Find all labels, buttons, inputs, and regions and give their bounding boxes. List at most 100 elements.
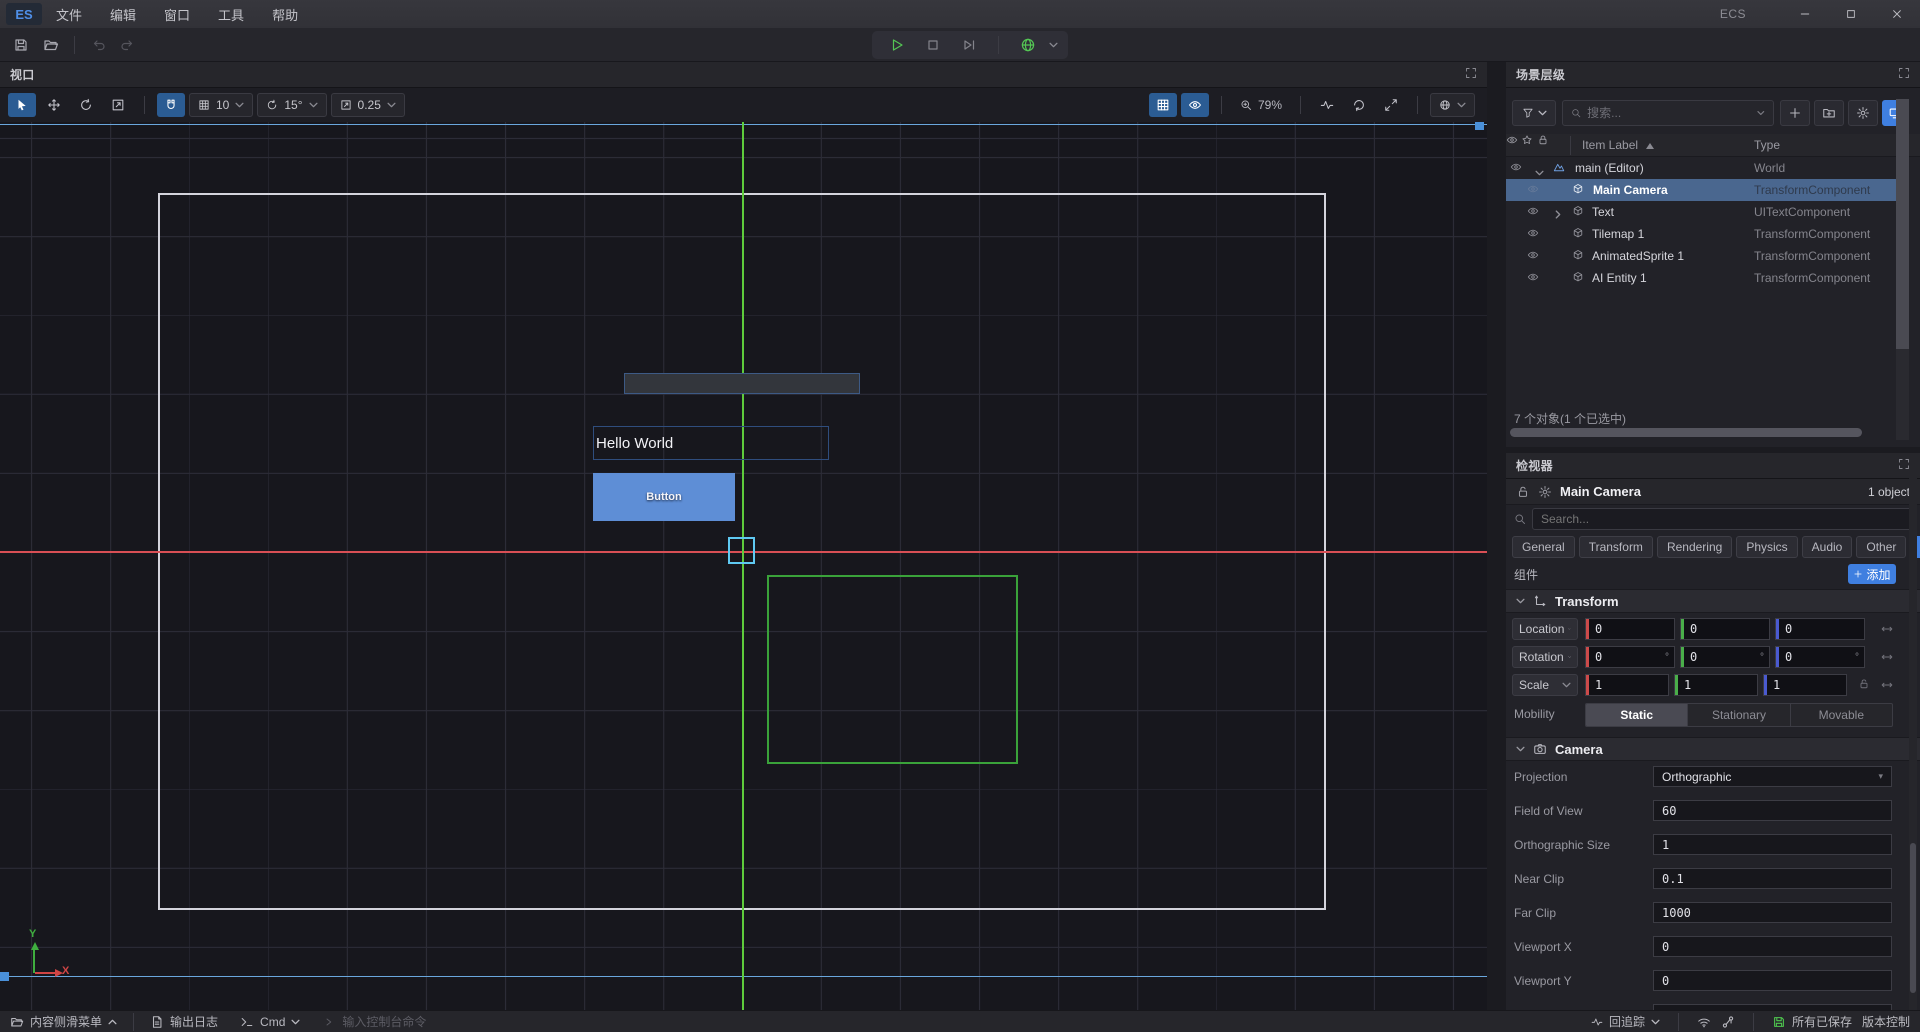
filter-dropdown[interactable]: [1512, 100, 1556, 126]
selection-handle-bottom-left[interactable]: [0, 972, 9, 981]
rotation-dropdown[interactable]: Rotation: [1512, 646, 1578, 668]
far-clip-input[interactable]: 1000: [1653, 902, 1892, 923]
select-tool[interactable]: [8, 93, 36, 117]
menu-file[interactable]: 文件: [42, 0, 96, 28]
scene-canvas[interactable]: Hello World Button Y X: [0, 122, 1487, 1010]
hierarchy-row-tilemap[interactable]: Tilemap 1 TransformComponent: [1506, 223, 1904, 245]
visibility-column-icon[interactable]: [1506, 135, 1518, 149]
viewport-expand-icon[interactable]: [1465, 67, 1477, 82]
eye-icon[interactable]: [1527, 271, 1539, 286]
hierarchy-hscrollbar[interactable]: [1510, 428, 1862, 437]
eye-icon[interactable]: [1527, 205, 1539, 220]
column-item-label[interactable]: Item Label: [1582, 138, 1638, 152]
rotation-snap-dropdown[interactable]: 15°: [257, 93, 326, 117]
cmd-dropdown[interactable]: Cmd: [240, 1015, 300, 1029]
app-logo[interactable]: ES: [6, 3, 42, 25]
link-axes-icon[interactable]: [1880, 678, 1894, 692]
hierarchy-search[interactable]: [1562, 100, 1774, 126]
mobility-static[interactable]: Static: [1586, 704, 1688, 726]
viewport-x-input[interactable]: 0: [1653, 936, 1892, 957]
world-run-dropdown[interactable]: [1013, 33, 1043, 57]
node-connection-icon[interactable]: [1721, 1015, 1735, 1029]
location-y-input[interactable]: 0: [1680, 618, 1770, 640]
mobility-stationary[interactable]: Stationary: [1688, 704, 1790, 726]
view-mode-dropdown[interactable]: [1430, 93, 1475, 117]
hierarchy-row-text[interactable]: Text UITextComponent: [1506, 201, 1904, 223]
open-button[interactable]: [36, 32, 66, 58]
link-axes-icon[interactable]: [1880, 622, 1894, 636]
panel-divider[interactable]: [1487, 62, 1506, 1010]
add-entity-button[interactable]: [1780, 100, 1810, 126]
grid-visibility-toggle[interactable]: [1149, 93, 1177, 117]
uniform-scale-lock-icon[interactable]: [1858, 678, 1870, 693]
location-x-input[interactable]: 0: [1585, 618, 1675, 640]
menu-edit[interactable]: 编辑: [96, 0, 150, 28]
camera-section-header[interactable]: Camera: [1506, 737, 1920, 761]
move-tool[interactable]: [40, 93, 68, 117]
tab-physics[interactable]: Physics: [1736, 536, 1797, 558]
add-component-button[interactable]: 添加: [1848, 564, 1896, 584]
object-settings-icon[interactable]: [1538, 485, 1552, 499]
hierarchy-settings-button[interactable]: [1848, 100, 1878, 126]
save-status[interactable]: 所有已保存: [1772, 1013, 1852, 1030]
eye-icon[interactable]: [1510, 161, 1522, 176]
grid-snap-dropdown[interactable]: 10: [189, 93, 253, 117]
menu-tools[interactable]: 工具: [204, 0, 258, 28]
play-button[interactable]: [882, 33, 912, 57]
chevron-right-icon[interactable]: [1555, 208, 1561, 222]
network-icon[interactable]: [1697, 1015, 1711, 1029]
rotate-tool[interactable]: [72, 93, 100, 117]
eye-icon[interactable]: [1527, 249, 1539, 264]
tab-general[interactable]: General: [1512, 536, 1575, 558]
scale-y-input[interactable]: 1: [1674, 674, 1758, 696]
tab-audio[interactable]: Audio: [1802, 536, 1853, 558]
orthographic-size-input[interactable]: 1: [1653, 834, 1892, 855]
selection-handle-top-right[interactable]: [1475, 122, 1484, 130]
camera-selection-box[interactable]: [728, 537, 755, 564]
hierarchy-row-animatedsprite[interactable]: AnimatedSprite 1 TransformComponent: [1506, 245, 1904, 267]
field-of-view-input[interactable]: 60: [1653, 800, 1892, 821]
minimize-button[interactable]: [1782, 0, 1828, 28]
near-clip-input[interactable]: 0.1: [1653, 868, 1892, 889]
lock-column-icon[interactable]: [1537, 135, 1549, 149]
favorite-column-icon[interactable]: [1521, 135, 1533, 149]
menu-window[interactable]: 窗口: [150, 0, 204, 28]
redo-button[interactable]: [113, 32, 143, 58]
hierarchy-vscrollbar[interactable]: [1896, 99, 1909, 440]
scale-x-input[interactable]: 1: [1585, 674, 1669, 696]
location-z-input[interactable]: 0: [1775, 618, 1865, 640]
panel-entity[interactable]: [624, 373, 860, 394]
hierarchy-search-input[interactable]: [1587, 106, 1751, 120]
hierarchy-row-main-camera[interactable]: Main Camera TransformComponent: [1506, 179, 1904, 201]
button-entity[interactable]: Button: [593, 473, 735, 521]
output-log-button[interactable]: 输出日志: [150, 1013, 218, 1030]
text-entity[interactable]: Hello World: [593, 426, 829, 460]
version-control-button[interactable]: 版本控制: [1862, 1013, 1910, 1030]
scale-snap-dropdown[interactable]: 0.25: [331, 93, 405, 117]
zoom-indicator[interactable]: 79%: [1234, 98, 1288, 112]
mobility-movable[interactable]: Movable: [1791, 704, 1892, 726]
viewport-y-input[interactable]: 0: [1653, 970, 1892, 991]
hierarchy-expand-icon[interactable]: [1898, 67, 1910, 82]
rotation-z-input[interactable]: 0°: [1775, 646, 1865, 668]
inspector-vscrollbar[interactable]: [1909, 453, 1917, 1010]
step-button[interactable]: [954, 33, 984, 57]
chevron-down-icon[interactable]: [1535, 165, 1544, 179]
trace-dropdown[interactable]: 回追踪: [1591, 1013, 1660, 1030]
stats-button[interactable]: [1313, 93, 1341, 117]
console-command-input[interactable]: 输入控制台命令: [324, 1013, 426, 1030]
rect-edit-tool[interactable]: [104, 93, 132, 117]
rotation-x-input[interactable]: 0°: [1585, 646, 1675, 668]
tab-transform[interactable]: Transform: [1579, 536, 1653, 558]
rotation-y-input[interactable]: 0°: [1680, 646, 1770, 668]
inspector-search-input[interactable]: [1541, 512, 1903, 526]
content-drawer-button[interactable]: 内容侧滑菜单: [10, 1013, 117, 1030]
snap-toggle[interactable]: [157, 93, 185, 117]
stop-button[interactable]: [918, 33, 948, 57]
tab-other[interactable]: Other: [1856, 536, 1906, 558]
reset-view-button[interactable]: [1345, 93, 1373, 117]
location-dropdown[interactable]: Location: [1512, 618, 1578, 640]
undo-button[interactable]: [83, 32, 113, 58]
hierarchy-row-ai-entity[interactable]: AI Entity 1 TransformComponent: [1506, 267, 1904, 289]
eye-icon[interactable]: [1527, 227, 1539, 242]
